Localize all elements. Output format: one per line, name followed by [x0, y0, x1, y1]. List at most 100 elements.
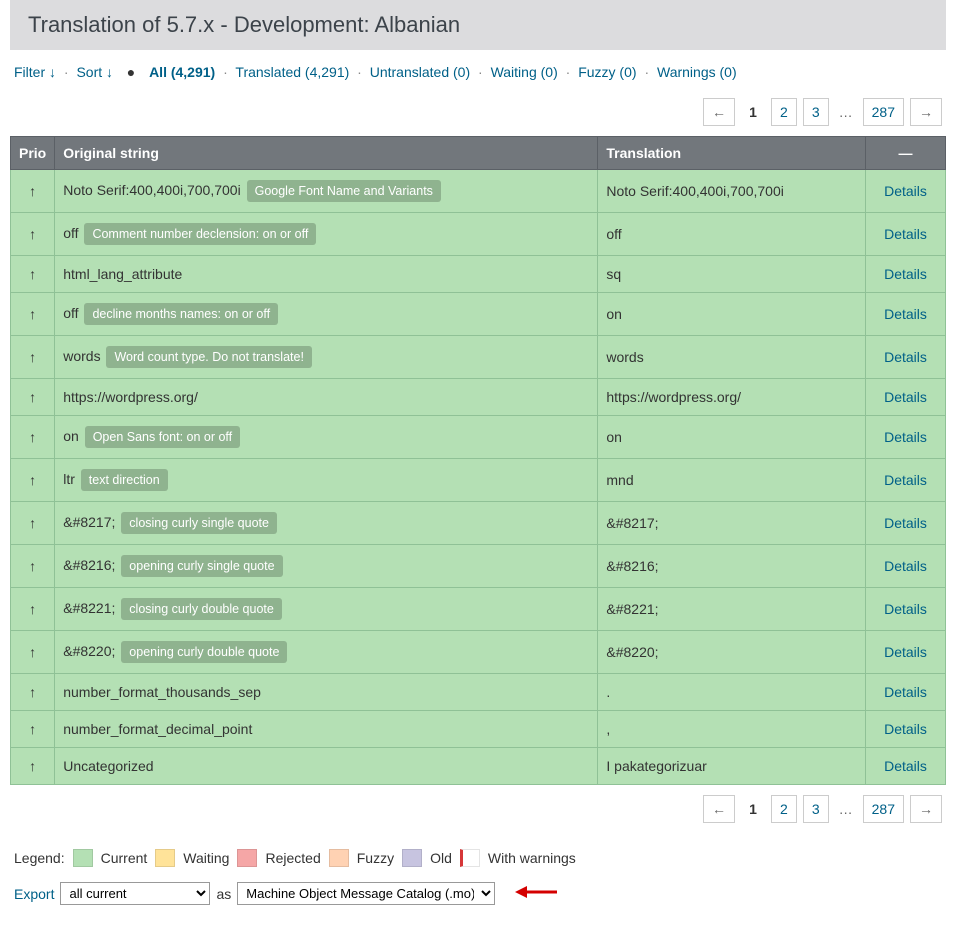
- table-row[interactable]: ↑&#8221; closing curly double quote&#822…: [11, 588, 946, 631]
- filter-waiting[interactable]: Waiting (0): [491, 64, 558, 80]
- table-row[interactable]: ↑UncategorizedI pakategorizuarDetails: [11, 748, 946, 785]
- details-link[interactable]: Details: [884, 601, 927, 617]
- table-row[interactable]: ↑https://wordpress.org/https://wordpress…: [11, 379, 946, 416]
- table-row[interactable]: ↑number_format_thousands_sep.Details: [11, 674, 946, 711]
- table-row[interactable]: ↑Noto Serif:400,400i,700,700i Google Fon…: [11, 170, 946, 213]
- filter-untranslated[interactable]: Untranslated (0): [370, 64, 470, 80]
- context-tag: closing curly double quote: [121, 598, 282, 620]
- page-title: Translation of 5.7.x - Development: Alba…: [28, 12, 928, 38]
- original-string: &#8220;: [63, 643, 115, 659]
- legend-text-warnings: With warnings: [488, 850, 576, 866]
- details-link[interactable]: Details: [884, 389, 927, 405]
- original-string: &#8216;: [63, 557, 115, 573]
- page-current: 1: [741, 98, 765, 126]
- page-3-link[interactable]: 3: [803, 795, 829, 823]
- legend-text-waiting: Waiting: [183, 850, 229, 866]
- page-last-link[interactable]: 287: [863, 98, 904, 126]
- page-current: 1: [741, 795, 765, 823]
- export-scope-select[interactable]: all current: [60, 882, 210, 905]
- prio-cell: ↑: [11, 293, 55, 336]
- details-link[interactable]: Details: [884, 758, 927, 774]
- table-row[interactable]: ↑html_lang_attributesqDetails: [11, 256, 946, 293]
- prio-cell: ↑: [11, 256, 55, 293]
- prio-cell: ↑: [11, 213, 55, 256]
- table-row[interactable]: ↑ltr text directionmndDetails: [11, 459, 946, 502]
- details-link[interactable]: Details: [884, 183, 927, 199]
- prio-cell: ↑: [11, 379, 55, 416]
- details-link[interactable]: Details: [884, 306, 927, 322]
- filter-all[interactable]: All (4,291): [149, 64, 215, 80]
- filter-warnings[interactable]: Warnings (0): [657, 64, 737, 80]
- prio-cell: ↑: [11, 631, 55, 674]
- filter-fuzzy[interactable]: Fuzzy (0): [578, 64, 636, 80]
- translation-cell: off: [598, 213, 866, 256]
- context-tag: text direction: [81, 469, 168, 491]
- original-string: number_format_decimal_point: [63, 721, 252, 737]
- details-link[interactable]: Details: [884, 266, 927, 282]
- table-row[interactable]: ↑&#8220; opening curly double quote&#822…: [11, 631, 946, 674]
- details-link[interactable]: Details: [884, 721, 927, 737]
- details-link[interactable]: Details: [884, 515, 927, 531]
- table-row[interactable]: ↑on Open Sans font: on or offonDetails: [11, 416, 946, 459]
- context-tag: Comment number declension: on or off: [84, 223, 316, 245]
- original-string: on: [63, 428, 79, 444]
- table-row[interactable]: ↑off Comment number declension: on or of…: [11, 213, 946, 256]
- details-link[interactable]: Details: [884, 429, 927, 445]
- filter-row: Filter ↓ · Sort ↓ ● All (4,291) · Transl…: [0, 50, 956, 88]
- translation-cell: https://wordpress.org/: [598, 379, 866, 416]
- table-row[interactable]: ↑words Word count type. Do not translate…: [11, 336, 946, 379]
- page-prev-button[interactable]: ←: [703, 795, 735, 823]
- page-next-button[interactable]: →: [910, 795, 942, 823]
- separator: ·: [60, 64, 73, 80]
- table-row[interactable]: ↑&#8216; opening curly single quote&#821…: [11, 545, 946, 588]
- details-cell: Details: [866, 293, 946, 336]
- table-row[interactable]: ↑&#8217; closing curly single quote&#821…: [11, 502, 946, 545]
- original-cell: &#8217; closing curly single quote: [55, 502, 598, 545]
- original-string: ltr: [63, 471, 75, 487]
- details-link[interactable]: Details: [884, 226, 927, 242]
- prio-cell: ↑: [11, 170, 55, 213]
- prio-cell: ↑: [11, 502, 55, 545]
- page-next-button[interactable]: →: [910, 98, 942, 126]
- details-cell: Details: [866, 502, 946, 545]
- details-cell: Details: [866, 674, 946, 711]
- page-header: Translation of 5.7.x - Development: Alba…: [10, 0, 946, 50]
- translation-cell: &#8217;: [598, 502, 866, 545]
- prio-cell: ↑: [11, 336, 55, 379]
- page-prev-button[interactable]: ←: [703, 98, 735, 126]
- col-translation: Translation: [598, 137, 866, 170]
- legend-text-rejected: Rejected: [265, 850, 320, 866]
- table-row[interactable]: ↑number_format_decimal_point,Details: [11, 711, 946, 748]
- original-cell: html_lang_attribute: [55, 256, 598, 293]
- details-link[interactable]: Details: [884, 349, 927, 365]
- export-format-select[interactable]: Machine Object Message Catalog (.mo): [237, 882, 495, 905]
- details-link[interactable]: Details: [884, 644, 927, 660]
- original-cell: off Comment number declension: on or off: [55, 213, 598, 256]
- legend-swatch-warnings: [460, 849, 480, 867]
- original-cell: ltr text direction: [55, 459, 598, 502]
- translation-cell: &#8220;: [598, 631, 866, 674]
- details-cell: Details: [866, 459, 946, 502]
- legend-label: Legend:: [14, 850, 65, 866]
- filter-link[interactable]: Filter ↓: [14, 64, 56, 80]
- prio-cell: ↑: [11, 459, 55, 502]
- details-link[interactable]: Details: [884, 684, 927, 700]
- translation-cell: on: [598, 416, 866, 459]
- filter-translated[interactable]: Translated (4,291): [235, 64, 349, 80]
- legend: Legend: Current Waiting Rejected Fuzzy O…: [0, 833, 956, 877]
- original-cell: Noto Serif:400,400i,700,700i Google Font…: [55, 170, 598, 213]
- page-last-link[interactable]: 287: [863, 795, 904, 823]
- context-tag: decline months names: on or off: [84, 303, 278, 325]
- table-row[interactable]: ↑off decline months names: on or offonDe…: [11, 293, 946, 336]
- sort-link[interactable]: Sort ↓: [76, 64, 113, 80]
- separator: ·: [474, 64, 487, 80]
- page-3-link[interactable]: 3: [803, 98, 829, 126]
- original-cell: &#8216; opening curly single quote: [55, 545, 598, 588]
- original-cell: off decline months names: on or off: [55, 293, 598, 336]
- details-link[interactable]: Details: [884, 472, 927, 488]
- original-cell: number_format_thousands_sep: [55, 674, 598, 711]
- page-2-link[interactable]: 2: [771, 795, 797, 823]
- col-original: Original string: [55, 137, 598, 170]
- page-2-link[interactable]: 2: [771, 98, 797, 126]
- details-link[interactable]: Details: [884, 558, 927, 574]
